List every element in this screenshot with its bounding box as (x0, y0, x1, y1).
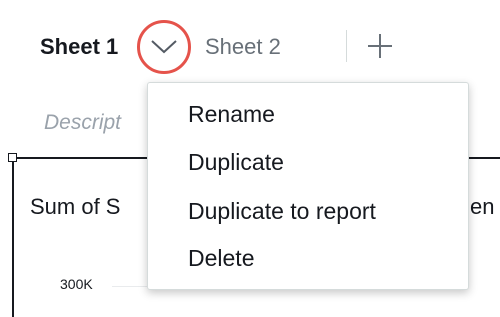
plus-icon (368, 34, 392, 58)
menu-item-rename[interactable]: Rename (188, 99, 275, 129)
tab-sheet-1[interactable]: Sheet 1 (40, 32, 118, 62)
menu-item-delete[interactable]: Delete (188, 243, 254, 273)
sheet-description-placeholder[interactable]: Descript (44, 111, 121, 135)
chevron-down-icon (151, 40, 177, 54)
sheet-tab-bar: Sheet 1 Sheet 2 (0, 0, 500, 80)
tab-divider (346, 30, 347, 62)
tab-menu-button[interactable] (137, 20, 191, 74)
visual-title-right-fragment: en (470, 194, 495, 219)
add-sheet-button[interactable] (364, 30, 396, 62)
tab-context-menu: Rename Duplicate Duplicate to report Del… (147, 82, 469, 290)
y-axis-tick-label: 300K (60, 276, 93, 292)
tab-sheet-2[interactable]: Sheet 2 (205, 32, 281, 62)
menu-item-duplicate[interactable]: Duplicate (188, 147, 284, 177)
chart-gridline (112, 286, 152, 287)
menu-item-duplicate-to-report[interactable]: Duplicate to report (188, 196, 376, 226)
visual-title: Sum of S (30, 194, 121, 219)
visual-resize-handle[interactable] (8, 153, 17, 162)
